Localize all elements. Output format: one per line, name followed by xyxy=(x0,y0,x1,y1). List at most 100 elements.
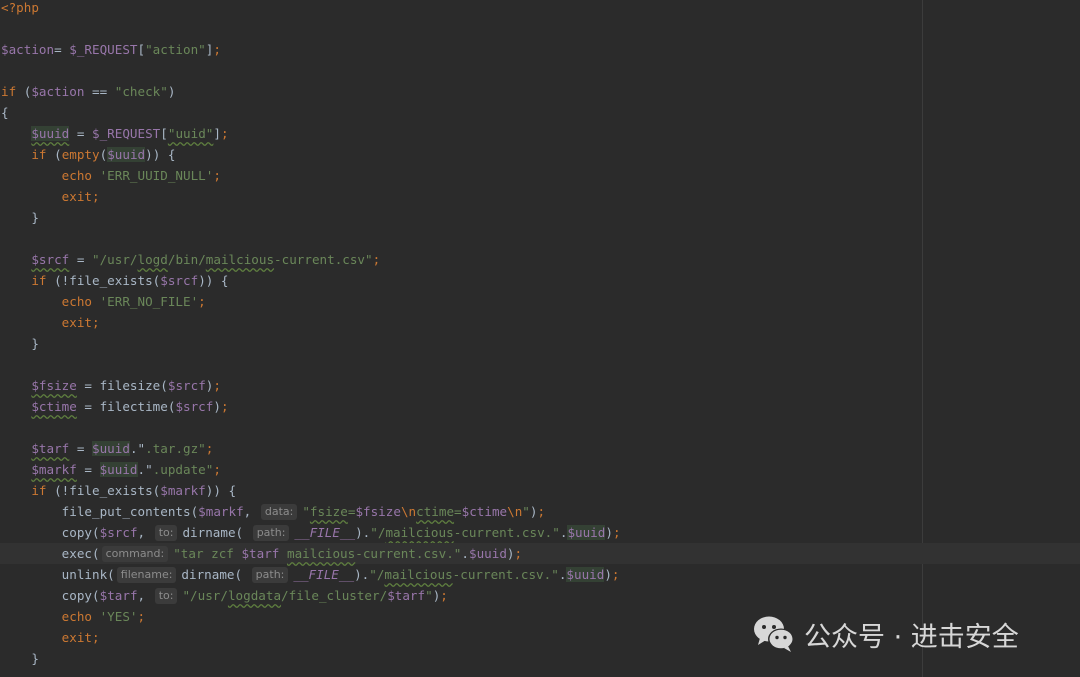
code-line[interactable]: unlink(filename: dirname( path: __FILE__).… xyxy=(0,564,1080,585)
code-line[interactable]: $markf = $uuid.".update"; xyxy=(0,459,1080,480)
parameter-hint: to: xyxy=(154,588,178,604)
code-line[interactable]: file_put_contents($markf, data: "fsize=$f… xyxy=(0,501,1080,522)
code-line[interactable] xyxy=(0,228,1080,249)
code-line[interactable]: $ctime = filectime($srcf); xyxy=(0,396,1080,417)
wechat-icon xyxy=(754,616,794,652)
code-line[interactable] xyxy=(0,18,1080,39)
code-token: echo xyxy=(61,609,100,624)
code-token: $uuid xyxy=(566,567,605,582)
code-token: file_put_contents xyxy=(61,504,191,519)
code-token: 'ERR_UUID_NULL' xyxy=(99,168,214,183)
code-token: ( xyxy=(235,525,251,540)
code-token: ; xyxy=(92,189,100,204)
code-token: ) xyxy=(605,525,613,540)
code-token: <?php xyxy=(1,0,39,15)
code-token: $uuid xyxy=(31,126,70,141)
code-token: file_exists xyxy=(69,483,153,498)
code-token: ; xyxy=(205,441,214,456)
code-line[interactable]: } xyxy=(0,333,1080,354)
code-token: ; xyxy=(514,546,523,561)
code-token: ( xyxy=(107,567,115,582)
code-line[interactable]: exit; xyxy=(0,186,1080,207)
code-token: mailcious xyxy=(385,525,454,540)
code-token: "/usr/ xyxy=(182,588,228,603)
code-line[interactable]: echo 'ERR_UUID_NULL'; xyxy=(0,165,1080,186)
code-token: == xyxy=(84,84,115,99)
code-token: { xyxy=(1,105,9,120)
code-line[interactable]: if (!file_exists($markf)) { xyxy=(0,480,1080,501)
parameter-hint: to: xyxy=(154,525,178,541)
code-token: "/ xyxy=(369,567,385,582)
code-line[interactable]: $srcf = "/usr/logd/bin/mailcious-current… xyxy=(0,249,1080,270)
code-token: } xyxy=(1,336,39,351)
code-token: if xyxy=(31,147,55,162)
code-token: $markf xyxy=(198,504,244,519)
code-token: .tar.gz" xyxy=(145,441,206,456)
code-token: ; xyxy=(440,588,448,603)
code-line[interactable]: $tarf = $uuid.".tar.gz"; xyxy=(0,438,1080,459)
code-token: logd xyxy=(137,252,168,267)
code-token: )) { xyxy=(198,273,229,288)
code-line[interactable]: if ($action == "check") xyxy=(0,81,1080,102)
code-token: ; xyxy=(213,42,221,57)
code-token: $srcf xyxy=(99,525,138,540)
code-token: ; xyxy=(220,126,229,141)
code-token: copy xyxy=(61,588,93,603)
code-token: -current.csv." xyxy=(453,525,560,540)
code-line[interactable]: if (!file_exists($srcf)) { xyxy=(0,270,1080,291)
code-line[interactable]: copy($srcf, to: dirname( path: __FILE__)."… xyxy=(0,522,1080,543)
code-token: , xyxy=(137,588,153,603)
code-line[interactable]: exit; xyxy=(0,312,1080,333)
code-line[interactable]: exec(command: "tar zcf $tarf mailcious-cu… xyxy=(0,543,1080,564)
code-token: . xyxy=(461,546,469,561)
code-line[interactable]: $fsize = filesize($srcf); xyxy=(0,375,1080,396)
code-token: ; xyxy=(537,504,546,519)
code-line[interactable]: echo 'ERR_NO_FILE'; xyxy=(0,291,1080,312)
code-token: "/usr/ xyxy=(92,252,138,267)
code-editor[interactable]: <?php $action= $_REQUEST["action"];if ($a… xyxy=(0,0,1080,677)
parameter-hint: filename: xyxy=(116,567,177,583)
code-token: filesize xyxy=(99,378,161,393)
code-line[interactable]: } xyxy=(0,207,1080,228)
parameter-hint: path: xyxy=(251,567,289,583)
code-line[interactable]: $uuid = $_REQUEST["uuid"]; xyxy=(0,123,1080,144)
code-token: ; xyxy=(612,525,621,540)
code-token: ( xyxy=(92,588,100,603)
code-token: exit xyxy=(61,189,93,204)
code-token: empty xyxy=(61,147,100,162)
code-line[interactable]: { xyxy=(0,102,1080,123)
code-line[interactable]: $action= $_REQUEST["action"]; xyxy=(0,39,1080,60)
code-token: "tar zcf xyxy=(173,546,242,561)
code-token: ; xyxy=(137,609,146,624)
code-token: ; xyxy=(92,630,100,645)
code-token: $srcf xyxy=(167,378,206,393)
code-line[interactable]: if (empty($uuid)) { xyxy=(0,144,1080,165)
code-token: dirname xyxy=(181,567,235,582)
code-token: "/ xyxy=(370,525,386,540)
code-token: ; xyxy=(92,315,100,330)
code-line[interactable] xyxy=(0,417,1080,438)
code-token: )) { xyxy=(145,147,176,162)
code-line[interactable]: <?php xyxy=(0,0,1080,18)
code-token: ( xyxy=(92,546,100,561)
code-token: $tarf xyxy=(99,588,138,603)
code-token: ; xyxy=(372,252,381,267)
code-line[interactable]: copy($tarf, to: "/usr/logdata/file_cluste… xyxy=(0,585,1080,606)
code-token: "action" xyxy=(145,42,206,57)
code-token: = xyxy=(69,252,93,267)
code-token: __FILE__ xyxy=(293,567,355,582)
code-token: [ xyxy=(160,126,168,141)
code-token: } xyxy=(1,210,39,225)
code-line[interactable] xyxy=(0,60,1080,81)
code-line[interactable] xyxy=(0,354,1080,375)
code-token: mailcious xyxy=(286,546,356,561)
